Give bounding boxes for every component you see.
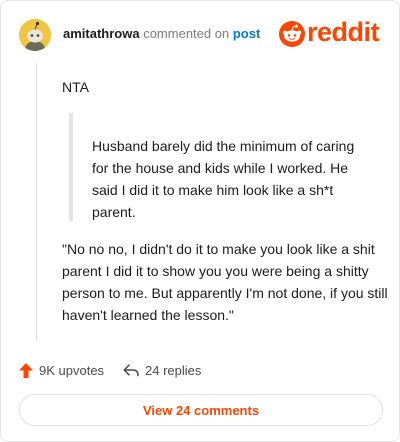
comment-reply-text: "No no no, I didn't do it to make you lo… [62, 241, 388, 323]
upvote-arrow-icon [19, 362, 33, 378]
byline-action: commented on [143, 26, 230, 41]
comment-header: amitathrowa commented on post reddit [15, 15, 385, 55]
username-link[interactable]: amitathrowa [63, 26, 140, 41]
comment-card: amitathrowa commented on post reddit NTA… [0, 0, 400, 442]
replies-button[interactable]: 24 replies [123, 359, 201, 381]
reply-count: 24 replies [145, 362, 202, 378]
thread-line[interactable] [36, 63, 37, 341]
quote-block: Husband barely did the minimum of caring… [69, 113, 373, 221]
comment-actions: 9K upvotes 24 replies [19, 359, 379, 381]
reply-arrow-icon [123, 363, 139, 376]
post-link[interactable]: post [233, 26, 260, 41]
snoo-avatar-icon[interactable] [19, 19, 51, 51]
reddit-snoo-icon [279, 21, 305, 47]
upvote-count: 9K upvotes [39, 362, 105, 378]
comment-byline: amitathrowa commented on post [63, 26, 260, 42]
comment-body: NTA [62, 79, 89, 95]
reddit-logo[interactable]: reddit [279, 17, 383, 49]
reddit-wordmark: reddit [307, 17, 380, 47]
upvote-button[interactable]: 9K upvotes [19, 359, 104, 381]
view-comments-button[interactable]: View 24 comments [19, 394, 383, 426]
quote-text: Husband barely did the minimum of caring… [92, 138, 355, 220]
